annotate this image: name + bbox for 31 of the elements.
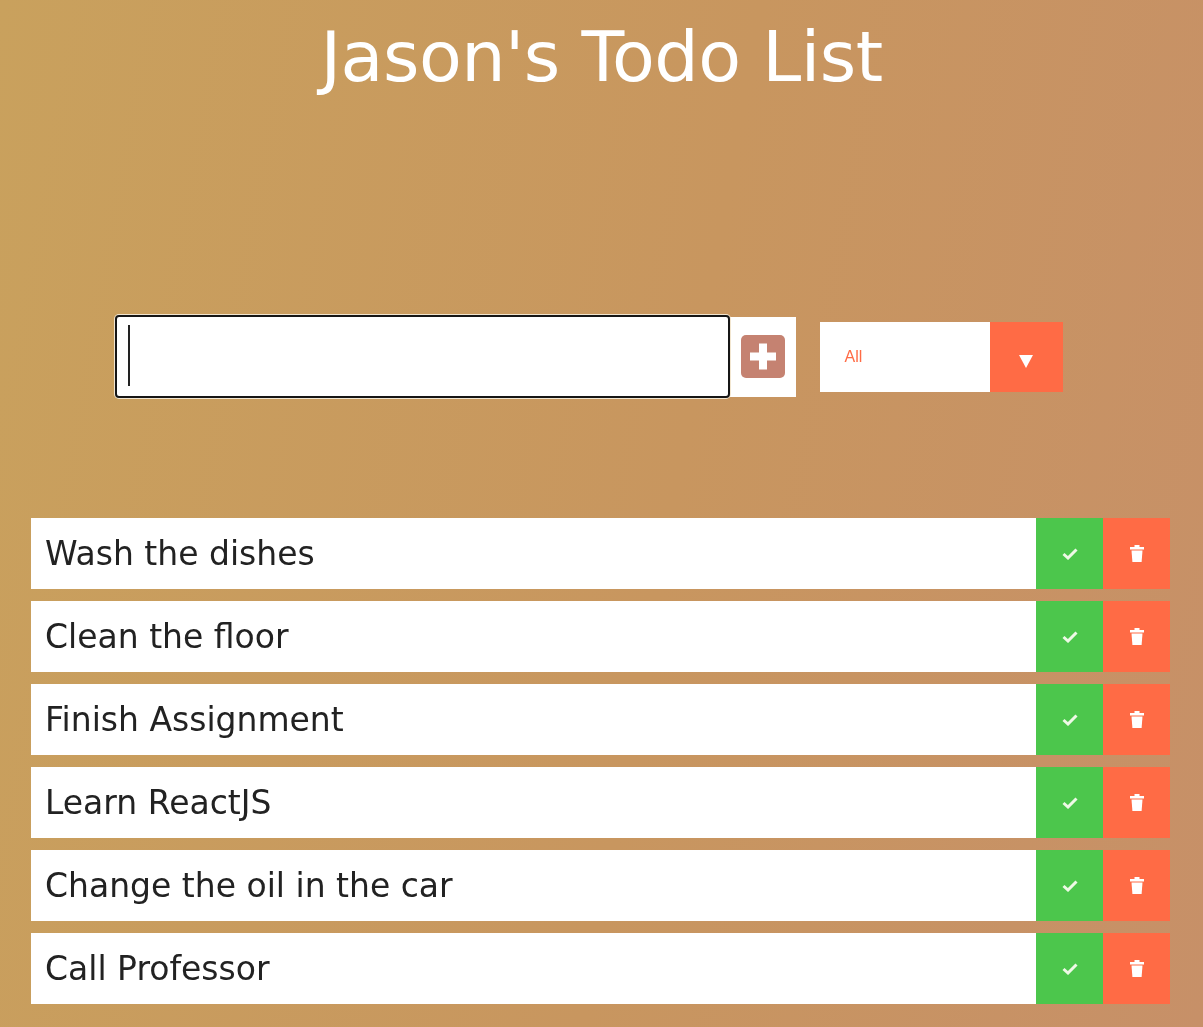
todo-item: Learn ReactJS — [31, 767, 1036, 838]
trash-icon — [1129, 711, 1144, 728]
input-field[interactable] — [114, 315, 730, 398]
page-title: Jason's Todo List — [0, 0, 1203, 97]
trash-icon — [1129, 960, 1144, 977]
delete-button[interactable] — [1103, 767, 1170, 838]
todo-item: Wash the dishes — [31, 518, 1036, 589]
check-icon — [1061, 879, 1078, 892]
trash-icon — [1129, 628, 1144, 645]
todo-item: Finish Assignment — [31, 684, 1036, 755]
trash-icon — [1129, 545, 1144, 562]
check-icon — [1061, 547, 1078, 560]
todo-item: Call Professor — [31, 933, 1036, 1004]
delete-button[interactable] — [1103, 518, 1170, 589]
text-cursor-icon — [127, 325, 130, 386]
trash-icon — [1129, 794, 1144, 811]
todo-item: Change the oil in the car — [31, 850, 1036, 921]
add-button[interactable] — [729, 316, 796, 397]
filter-dropdown[interactable]: All — [819, 321, 1063, 392]
caret-down-icon — [989, 321, 1063, 392]
check-icon — [1061, 713, 1078, 726]
check-icon — [1061, 796, 1078, 809]
delete-button[interactable] — [1103, 601, 1170, 672]
check-icon — [1061, 630, 1078, 643]
delete-button[interactable] — [1103, 933, 1170, 1004]
plus-icon — [740, 335, 785, 378]
delete-button[interactable] — [1103, 850, 1170, 921]
todo-item: Clean the floor — [31, 601, 1036, 672]
check-icon — [1061, 962, 1078, 975]
trash-icon — [1129, 877, 1144, 894]
delete-button[interactable] — [1103, 684, 1170, 755]
